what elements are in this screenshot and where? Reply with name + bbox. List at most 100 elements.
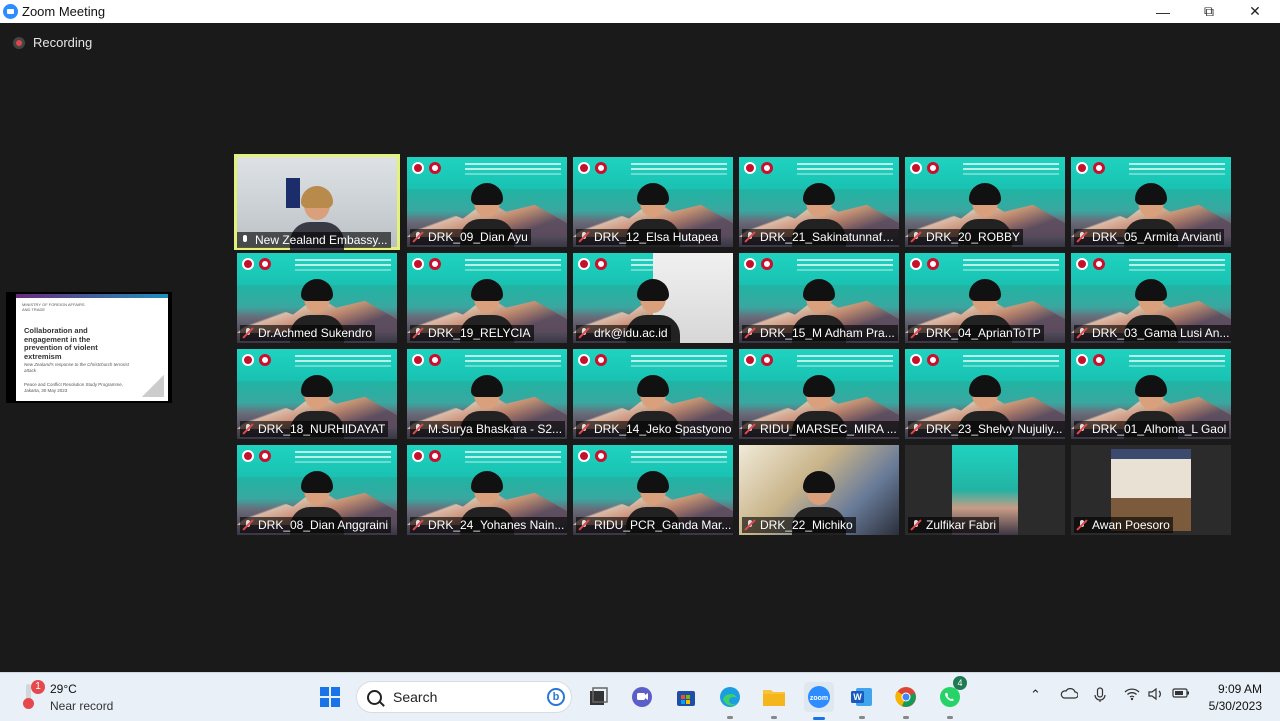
participant-name-text: M.Surya Bhaskara - S2...	[428, 422, 563, 436]
participant-tile[interactable]: drk@idu.ac.id	[573, 253, 733, 343]
participant-tile[interactable]: DRK_14_Jeko Spastyono	[573, 349, 733, 439]
system-clock[interactable]: 9:09 AM 5/30/2023	[1209, 681, 1262, 715]
participant-name-text: DRK_01_Alhoma_L Gaol	[1092, 422, 1227, 436]
background-banner-text	[797, 355, 893, 357]
mic-muted-icon	[578, 423, 590, 435]
participant-tile[interactable]: DRK_18_NURHIDAYAT	[237, 349, 397, 439]
task-view-icon[interactable]	[584, 683, 612, 711]
show-hidden-icons-chevron-icon[interactable]: ⌃	[1030, 687, 1041, 703]
bing-icon[interactable]: b	[547, 688, 565, 706]
participant-name: DRK_20_ROBBY	[908, 229, 1024, 245]
participant-tile[interactable]: DRK_05_Armita Arvianti	[1071, 157, 1231, 247]
mic-muted-icon	[744, 519, 756, 531]
running-indicator	[947, 716, 953, 719]
recording-indicator[interactable]: Recording	[13, 35, 92, 50]
maximize-button[interactable]: ⧉	[1186, 0, 1232, 23]
presentation-slide: MINISTRY OF FOREIGN AFFAIRS AND TRADE Co…	[16, 294, 168, 401]
mic-muted-icon	[412, 423, 424, 435]
participant-name: DRK_24_Yohanes Nain...	[410, 517, 567, 533]
participant-name: DRK_22_Michiko	[742, 517, 856, 533]
background-logo-icon	[429, 258, 441, 270]
participant-tile[interactable]: DRK_09_Dian Ayu	[407, 157, 567, 247]
participant-name: DRK_01_Alhoma_L Gaol	[1074, 421, 1230, 437]
mic-muted-icon	[1076, 423, 1088, 435]
participant-name: Awan Poesoro	[1074, 517, 1173, 533]
background-logo-icon	[1093, 162, 1105, 174]
participant-tile[interactable]: DRK_03_Gama Lusi An...	[1071, 253, 1231, 343]
participant-tile[interactable]: Zulfikar Fabri	[905, 445, 1065, 535]
participant-name: Zulfikar Fabri	[908, 517, 1000, 533]
background-logo-icon	[578, 258, 590, 270]
participant-tile[interactable]: DRK_04_AprianToTP	[905, 253, 1065, 343]
weather-widget[interactable]: 1 29°C Near record	[22, 679, 152, 715]
mic-muted-icon	[242, 423, 254, 435]
onedrive-cloud-icon[interactable]	[1060, 687, 1079, 702]
shared-screen-thumbnail[interactable]: MINISTRY OF FOREIGN AFFAIRS AND TRADE Co…	[6, 292, 172, 403]
participant-tile[interactable]: DRK_19_RELYCIA	[407, 253, 567, 343]
participant-tile[interactable]: DRK_01_Alhoma_L Gaol	[1071, 349, 1231, 439]
whatsapp-icon[interactable]: 4	[936, 676, 967, 719]
wifi-icon[interactable]	[1124, 687, 1140, 704]
background-banner-text	[631, 163, 727, 165]
participant-tile[interactable]: Dr.Achmed Sukendro	[237, 253, 397, 343]
background-banner-text	[295, 259, 391, 261]
microsoft-store-icon[interactable]	[672, 683, 700, 711]
participant-tile[interactable]: New Zealand Embassy...	[234, 154, 400, 250]
participant-tile[interactable]: DRK_20_ROBBY	[905, 157, 1065, 247]
participant-tile[interactable]: DRK_23_Shelvy Nujuliy...	[905, 349, 1065, 439]
participant-tile[interactable]: DRK_21_Sakinatunnafs...	[739, 157, 899, 247]
background-logo-icon	[242, 258, 254, 270]
participant-tile[interactable]: DRK_15_M Adham Pra...	[739, 253, 899, 343]
participant-tile[interactable]: RIDU_PCR_Ganda Mar...	[573, 445, 733, 535]
participant-name-text: DRK_12_Elsa Hutapea	[594, 230, 719, 244]
participant-name-text: DRK_21_Sakinatunnafs...	[760, 230, 898, 244]
microphone-icon[interactable]	[1094, 687, 1106, 706]
volume-icon[interactable]	[1148, 687, 1164, 704]
slide-footer: Peace and Conflict Resolution Study Prog…	[24, 382, 124, 393]
mic-muted-icon	[744, 231, 756, 243]
mic-muted-icon	[744, 423, 756, 435]
participant-tile[interactable]: DRK_22_Michiko	[739, 445, 899, 535]
word-icon[interactable]: W	[848, 683, 876, 719]
zoom-taskbar-icon[interactable]: zoom	[804, 682, 834, 720]
taskbar-search-box[interactable]: Search b	[356, 681, 572, 713]
minimize-button[interactable]: —	[1140, 0, 1186, 23]
running-indicator	[727, 716, 733, 719]
participant-name: RIDU_PCR_Ganda Mar...	[576, 517, 733, 533]
edge-browser-icon[interactable]	[716, 683, 744, 719]
battery-icon[interactable]	[1172, 687, 1190, 702]
slide-title: Collaboration and engagement in the prev…	[24, 326, 98, 361]
participant-name-text: DRK_24_Yohanes Nain...	[428, 518, 565, 532]
background-banner-text	[963, 355, 1059, 357]
participant-name: DRK_05_Armita Arvianti	[1074, 229, 1225, 245]
participant-tile[interactable]: M.Surya Bhaskara - S2...	[407, 349, 567, 439]
weather-condition: Near record	[50, 699, 114, 713]
close-button[interactable]: ✕	[1232, 0, 1278, 23]
window-title: Zoom Meeting	[22, 4, 106, 19]
background-banner-text	[963, 163, 1059, 165]
teams-chat-icon[interactable]	[628, 683, 656, 711]
windows-start-icon[interactable]	[316, 683, 344, 711]
mic-muted-icon	[1076, 327, 1088, 339]
chrome-icon[interactable]	[892, 683, 920, 719]
background-banner-text	[465, 451, 561, 453]
slide-subtitle: New Zealand's response to the Christchur…	[24, 362, 129, 373]
participant-name-text: Zulfikar Fabri	[926, 518, 997, 532]
participant-name-text: DRK_15_M Adham Pra...	[760, 326, 895, 340]
background-logo-icon	[761, 258, 773, 270]
record-icon	[13, 37, 25, 49]
participant-tile[interactable]: Awan Poesoro	[1071, 445, 1231, 535]
background-logo-icon	[1093, 258, 1105, 270]
background-banner-text	[1129, 163, 1225, 165]
background-logo-icon	[242, 450, 254, 462]
participant-name-text: DRK_19_RELYCIA	[428, 326, 531, 340]
participant-tile[interactable]: DRK_08_Dian Anggraini	[237, 445, 397, 535]
participant-name: DRK_14_Jeko Spastyono	[576, 421, 733, 437]
mic-muted-icon	[910, 423, 922, 435]
participant-tile[interactable]: RIDU_MARSEC_MIRA ...	[739, 349, 899, 439]
background-banner-text	[295, 355, 391, 357]
participant-tile[interactable]: DRK_24_Yohanes Nain...	[407, 445, 567, 535]
file-explorer-icon[interactable]	[760, 683, 788, 719]
participant-tile[interactable]: DRK_12_Elsa Hutapea	[573, 157, 733, 247]
mic-muted-icon	[412, 519, 424, 531]
